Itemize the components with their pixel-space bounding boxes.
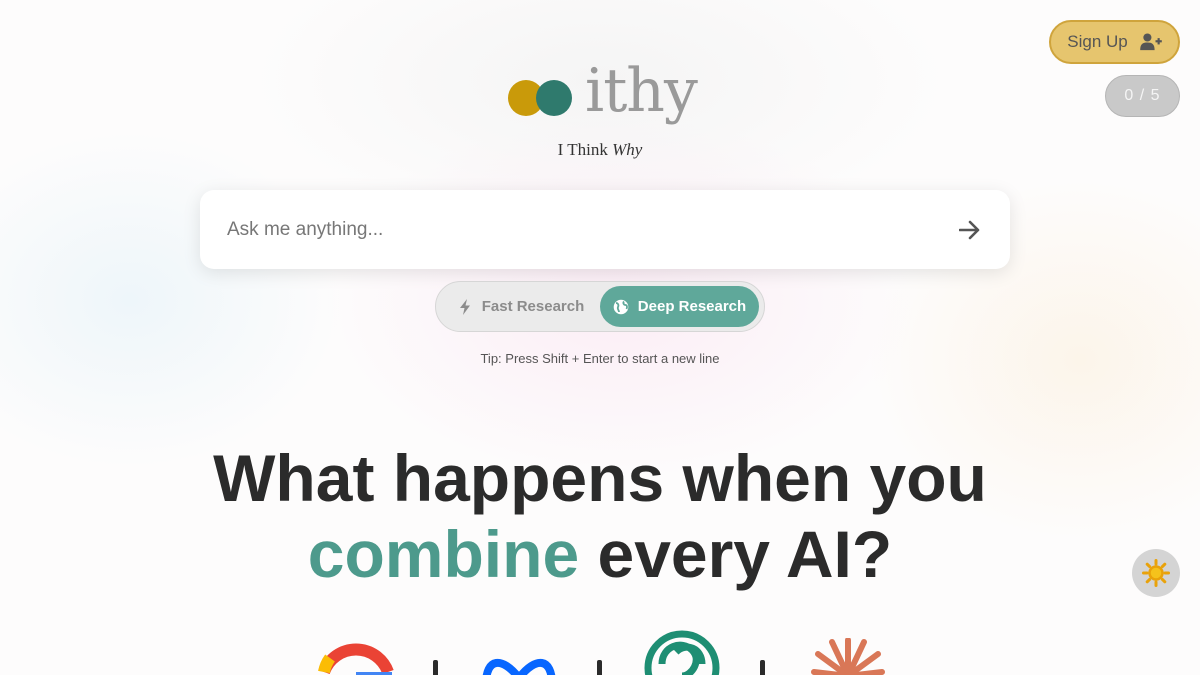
sign-up-button[interactable]: Sign Up xyxy=(1049,20,1180,64)
logo-teal-dot xyxy=(536,80,572,116)
hero-accent-word: combine xyxy=(307,517,580,591)
arrow-right-icon xyxy=(959,220,980,239)
user-plus-icon xyxy=(1139,33,1162,51)
hero-line-2-rest: every AI? xyxy=(579,517,893,591)
anthropic-icon xyxy=(811,638,885,675)
tip-text: Tip: Press Shift + Enter to start a new … xyxy=(480,351,720,366)
logo-separator xyxy=(433,660,438,675)
lightning-icon xyxy=(459,298,470,315)
deep-research-button[interactable]: Deep Research xyxy=(600,286,759,327)
tagline-emphasis: Why xyxy=(612,140,643,159)
hero-headline: What happens when you combine every AI? xyxy=(0,440,1200,592)
usage-counter-text: 0 / 5 xyxy=(1124,87,1161,104)
ai-logos-row xyxy=(300,620,900,675)
tagline: I Think Why xyxy=(0,140,1200,160)
theme-toggle-button[interactable] xyxy=(1132,549,1180,597)
google-icon xyxy=(318,643,394,675)
hero-line-1: What happens when you xyxy=(213,441,987,515)
logo-wordmark: ithy xyxy=(585,56,698,126)
search-input[interactable] xyxy=(227,218,956,241)
sign-up-label: Sign Up xyxy=(1067,32,1128,51)
ithy-logo: ithy xyxy=(508,56,698,134)
research-mode-toggle: Fast Research Deep Research xyxy=(435,281,765,332)
logo-separator xyxy=(760,660,765,675)
logo-separator xyxy=(597,660,602,675)
meta-icon xyxy=(482,658,556,675)
submit-button[interactable] xyxy=(956,216,984,244)
globe-icon xyxy=(613,299,629,314)
openai-icon xyxy=(644,630,720,675)
deep-research-label: Deep Research xyxy=(637,298,747,315)
tagline-prefix: I Think xyxy=(557,140,613,159)
fast-research-button[interactable]: Fast Research xyxy=(441,286,600,327)
fast-research-label: Fast Research xyxy=(481,298,585,315)
usage-counter[interactable]: 0 / 5 xyxy=(1105,75,1180,117)
search-box xyxy=(200,190,1010,269)
sun-icon xyxy=(1142,559,1170,587)
hero-line-2: combine every AI? xyxy=(0,516,1200,592)
